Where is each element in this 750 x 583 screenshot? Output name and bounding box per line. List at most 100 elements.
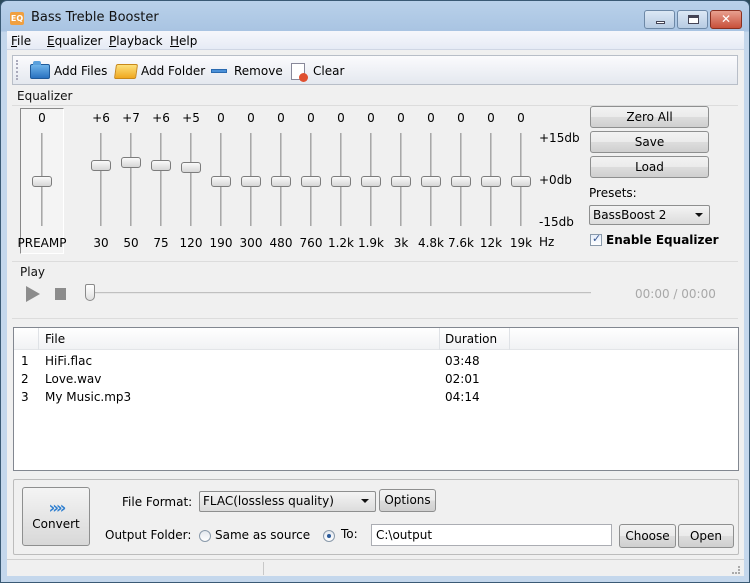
table-row[interactable]: 3 My Music.mp3 04:14 (14, 388, 738, 406)
convert-label: Convert (32, 517, 80, 531)
app-window: EQ Bass Treble Booster ✕ File Equalizer … (0, 0, 750, 583)
slider-thumb[interactable] (181, 162, 201, 174)
slider-thumb[interactable] (211, 176, 231, 187)
row-index: 2 (21, 372, 29, 386)
menu-equalizer[interactable]: Equalizer (47, 34, 102, 48)
remove-button[interactable]: Remove (211, 61, 283, 81)
convert-button[interactable]: »» Convert (22, 487, 90, 546)
slider-track[interactable] (130, 133, 132, 226)
menu-bar: File Equalizer Playback Help (7, 31, 744, 50)
window-title: Bass Treble Booster (31, 10, 159, 25)
band-value: 0 (517, 111, 525, 125)
column-separator (439, 328, 440, 350)
play-icon[interactable] (26, 286, 40, 302)
preamp-value: 0 (38, 111, 46, 125)
column-separator (509, 328, 510, 350)
menu-help-label: elp (179, 34, 198, 48)
add-files-button[interactable]: Add Files (30, 60, 108, 81)
slider-track[interactable] (190, 133, 192, 226)
menu-file[interactable]: File (11, 34, 31, 48)
add-files-label: Add Files (54, 64, 108, 78)
clear-button[interactable]: Clear (291, 61, 345, 82)
file-format-value: FLAC(lossless quality) (203, 494, 334, 508)
slider-thumb[interactable] (151, 159, 171, 171)
toolbar-grip[interactable] (16, 60, 19, 80)
slider-thumb[interactable] (391, 176, 411, 187)
options-button[interactable]: Options (379, 489, 436, 512)
slider-thumb[interactable] (32, 176, 52, 187)
column-separator (38, 328, 39, 350)
preamp-slider: 0 PREAMP (18, 109, 67, 259)
slider-thumb[interactable] (301, 176, 321, 187)
file-format-label: File Format: (122, 495, 193, 509)
presets-dropdown[interactable]: BassBoost 2 (589, 205, 710, 225)
menu-file-label: ile (17, 34, 32, 48)
same-as-source-radio[interactable] (199, 530, 211, 542)
row-file: HiFi.flac (45, 354, 93, 368)
db-label-top: +15db (539, 131, 580, 145)
playback-time: 00:00 / 00:00 (635, 287, 716, 301)
slider-thumb[interactable] (241, 176, 261, 187)
add-folder-label: Add Folder (141, 64, 206, 78)
column-header-file[interactable]: File (45, 332, 65, 346)
stop-icon[interactable] (55, 288, 66, 300)
clear-label: Clear (313, 64, 345, 78)
hz-label: Hz (539, 235, 555, 249)
same-as-source-label[interactable]: Same as source (215, 528, 310, 542)
choose-folder-button[interactable]: Choose (619, 524, 676, 548)
slider-thumb[interactable] (451, 176, 471, 187)
presets-label: Presets: (589, 186, 637, 200)
enable-equalizer-checkbox[interactable]: ✓ (590, 232, 602, 246)
output-folder-label: Output Folder: (105, 528, 192, 542)
row-index: 1 (21, 354, 29, 368)
toolbar: Add Files Add Folder Remove Clear (12, 55, 738, 85)
table-row[interactable]: 1 HiFi.flac 03:48 (14, 352, 738, 370)
output-path-input[interactable]: C:\output (371, 524, 612, 546)
slider-track[interactable] (100, 133, 102, 226)
file-format-dropdown[interactable]: FLAC(lossless quality) (199, 491, 376, 512)
menu-equalizer-accel: E (47, 34, 55, 48)
title-bar: EQ Bass Treble Booster ✕ (1, 1, 749, 31)
status-separator (263, 562, 264, 575)
chevron-down-icon (695, 213, 703, 217)
column-header-duration[interactable]: Duration (445, 332, 497, 346)
file-list[interactable]: File Duration 1 HiFi.flac 03:48 2 Love.w… (13, 327, 739, 471)
slider-thumb[interactable] (481, 176, 501, 187)
menu-help-accel: H (170, 34, 180, 48)
status-bar (7, 559, 744, 576)
resize-grip[interactable] (732, 566, 740, 574)
row-duration: 03:48 (445, 354, 480, 368)
slider-track[interactable] (160, 133, 162, 226)
slider-thumb[interactable] (511, 176, 531, 187)
slider-thumb[interactable] (91, 159, 111, 171)
slider-thumb[interactable] (421, 176, 441, 187)
open-folder-button[interactable]: Open (678, 524, 734, 548)
output-to-radio[interactable] (323, 530, 335, 542)
close-button[interactable]: ✕ (710, 10, 742, 29)
slider-thumb[interactable] (121, 156, 141, 168)
chevron-down-icon (361, 499, 369, 503)
slider-thumb[interactable] (331, 176, 351, 187)
save-preset-button[interactable]: Save (590, 131, 709, 153)
close-icon: ✕ (720, 12, 732, 26)
app-icon: EQ (10, 12, 24, 25)
play-panel (12, 261, 738, 319)
table-row[interactable]: 2 Love.wav 02:01 (14, 370, 738, 388)
menu-help[interactable]: Help (170, 34, 197, 48)
minimize-icon (656, 21, 665, 24)
row-duration: 02:01 (445, 372, 480, 386)
seek-handle[interactable] (85, 284, 95, 301)
enable-equalizer-label[interactable]: Enable Equalizer (606, 233, 719, 247)
output-to-label[interactable]: To: (341, 527, 358, 541)
seek-bar[interactable] (89, 292, 591, 294)
eq-band-19k: 0 19k (506, 109, 536, 259)
add-folder-button[interactable]: Add Folder (113, 61, 206, 81)
minimize-button[interactable] (644, 10, 675, 29)
load-preset-button[interactable]: Load (590, 156, 709, 178)
menu-playback[interactable]: Playback (109, 34, 163, 48)
slider-thumb[interactable] (271, 176, 291, 187)
zero-all-button[interactable]: Zero All (590, 106, 709, 128)
row-file: My Music.mp3 (45, 390, 132, 404)
maximize-button[interactable] (677, 10, 708, 29)
slider-thumb[interactable] (361, 176, 381, 187)
